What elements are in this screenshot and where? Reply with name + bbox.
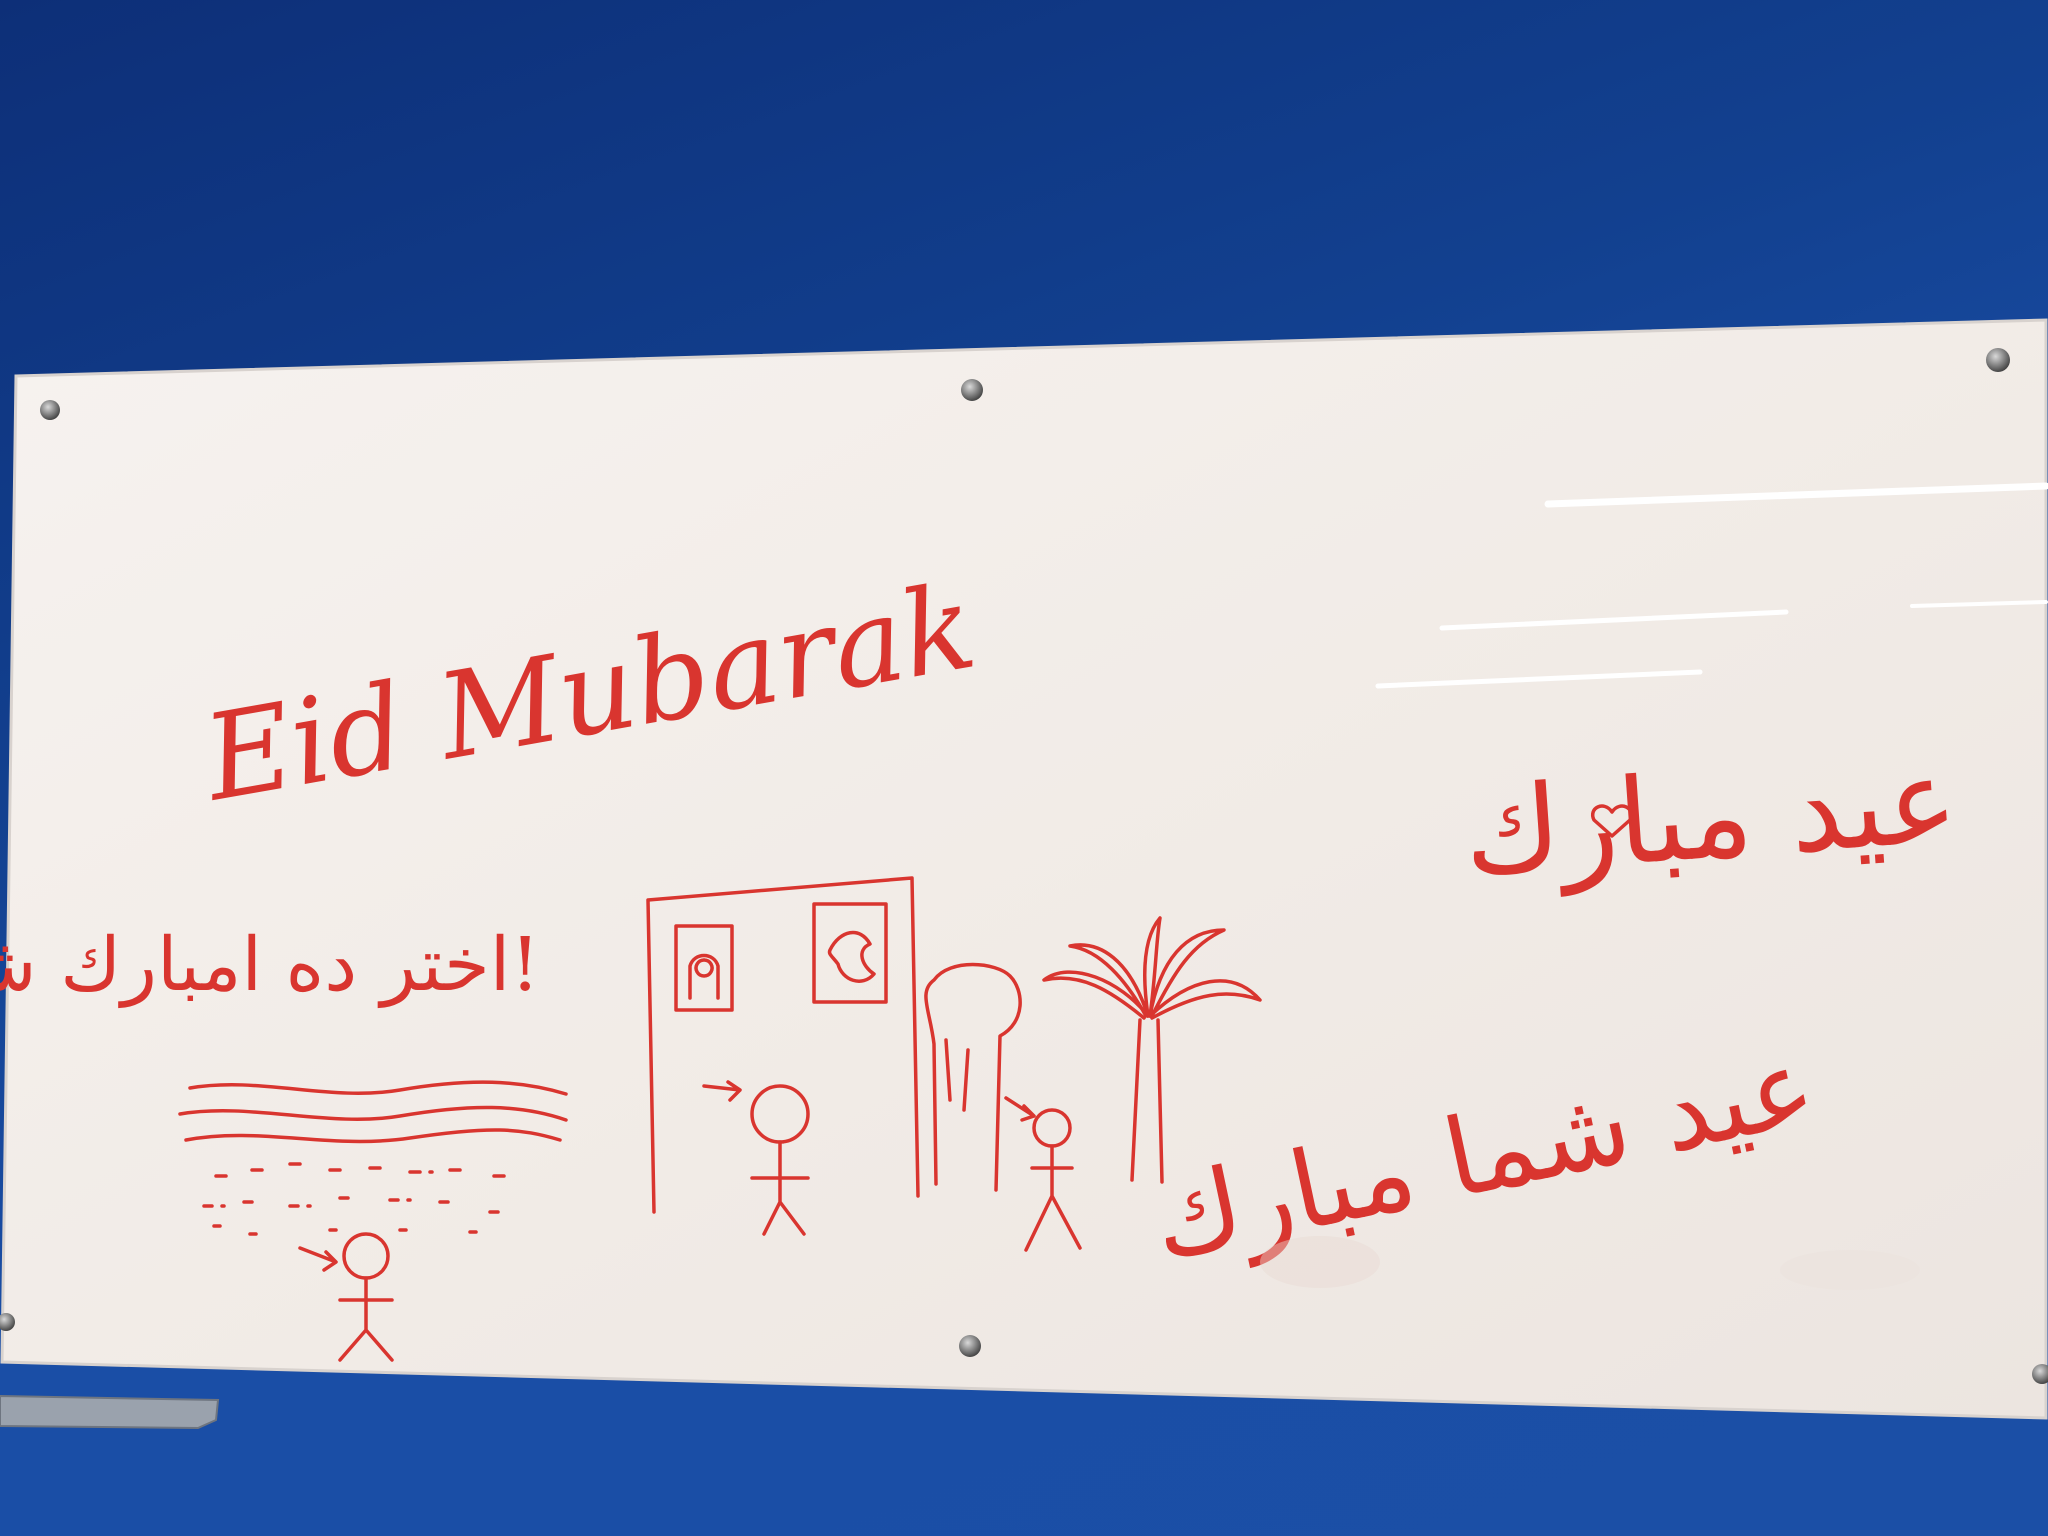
photo-scene: Eid Mubarak عيد مبارك عيد شما مبارك اختر…	[0, 318, 2048, 1430]
smudge	[1780, 1250, 1920, 1290]
pin-bottom-middle	[959, 1335, 981, 1357]
pin-top-right	[1986, 348, 2010, 372]
persian-message: اختر ده امبارك شد!	[0, 922, 540, 1009]
pin-top-left	[40, 400, 60, 420]
smudge	[1260, 1236, 1380, 1288]
pin-top-middle	[961, 379, 983, 401]
marker-tray	[0, 1394, 220, 1430]
